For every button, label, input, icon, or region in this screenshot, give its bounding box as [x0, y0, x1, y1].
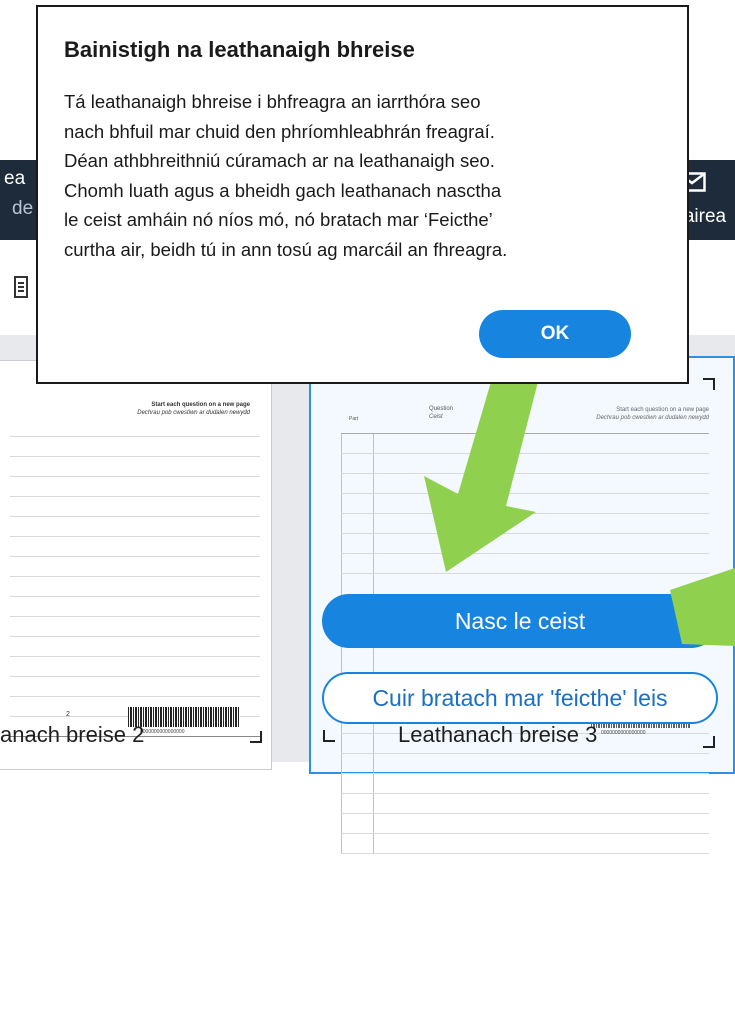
- barcode-number: 0000000000000000: [601, 730, 646, 736]
- header-text-left-2: de: [12, 198, 34, 219]
- barcode-number: 0000000000000000: [140, 729, 185, 735]
- dialog-body: Tá leathanaigh bhreise i bhfreagra an ia…: [64, 87, 674, 265]
- barcode: [128, 707, 240, 727]
- dialog-line: Tá leathanaigh bhreise i bhfreagra an ia…: [64, 91, 481, 112]
- ok-button[interactable]: OK: [479, 310, 631, 358]
- page-thumbnail-2[interactable]: Start each question on a new page Dechra…: [0, 360, 272, 770]
- arrow-annotation-icon-2: [670, 568, 735, 646]
- dialog-line: nach bhfuil mar chuid den phríomhleabhrá…: [64, 120, 495, 142]
- link-to-question-button[interactable]: Nasc le ceist: [322, 594, 718, 648]
- page-number: 2: [66, 711, 70, 718]
- arrow-annotation-icon: [424, 358, 540, 572]
- dialog-line: Déan athbhreithniú cúramach ar na leatha…: [64, 150, 495, 172]
- caption-area: [0, 762, 735, 1011]
- dialog-line: Chomh luath agus a bheidh gach leathanac…: [64, 179, 502, 201]
- flag-as-seen-button[interactable]: Cuir bratach mar 'feicthe' leis: [322, 672, 718, 724]
- crop-mark: [703, 736, 715, 748]
- page-caption-3: Leathanach breise 3: [398, 722, 598, 747]
- page-header-text: Start each question on a new page: [616, 407, 709, 413]
- crop-mark: [703, 378, 715, 390]
- page-header-text-welsh: Dechrau pob cwestiwn ar dudalen newydd: [596, 415, 709, 421]
- dialog-line: le ceist amháin nó níos mó, nó bratach m…: [64, 209, 493, 231]
- page-header-text-welsh: Dechrau pob cwestiwn ar dudalen newydd: [137, 410, 250, 416]
- page-caption-2: anach breise 2: [0, 722, 145, 747]
- crop-mark: [250, 731, 262, 743]
- dialog-line: curtha air, beidh tú in ann tosú ag marc…: [64, 238, 508, 260]
- crop-mark: [323, 730, 335, 742]
- header-text-left-1: ea: [4, 168, 26, 189]
- dialog-title: Bainistigh na leathanaigh bhreise: [64, 37, 415, 62]
- list-view-icon[interactable]: [14, 276, 28, 298]
- column-part: Part: [349, 416, 359, 422]
- manage-extra-pages-dialog: Bainistigh na leathanaigh bhreise Tá lea…: [36, 5, 689, 384]
- page-header-text: Start each question on a new page: [151, 402, 250, 408]
